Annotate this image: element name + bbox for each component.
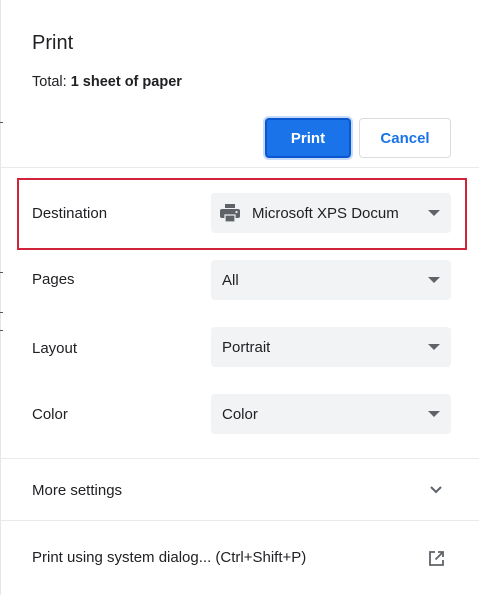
system-dialog-link[interactable]: Print using system dialog... (Ctrl+Shift… <box>32 549 306 566</box>
caret-down-icon <box>428 411 440 417</box>
more-settings-toggle[interactable]: More settings <box>32 482 122 499</box>
layout-label: Layout <box>32 340 78 357</box>
caret-down-icon <box>428 277 440 283</box>
color-label: Color <box>32 406 68 423</box>
pages-value: All <box>222 271 239 289</box>
layout-select[interactable]: Portrait <box>211 327 451 367</box>
total-label: Total: <box>32 74 67 90</box>
divider <box>0 167 479 168</box>
cancel-button[interactable]: Cancel <box>359 118 451 158</box>
sheet-total: Total: 1 sheet of paper <box>32 74 182 90</box>
color-value: Color <box>222 405 258 423</box>
window-edge-tick <box>0 330 3 331</box>
print-dialog: Print Total: 1 sheet of paper Print Canc… <box>0 0 479 595</box>
highlight-box <box>17 178 467 250</box>
open-in-new-icon[interactable] <box>428 550 445 567</box>
pages-label: Pages <box>32 271 75 288</box>
divider <box>0 458 479 459</box>
window-edge <box>0 0 1 595</box>
dialog-title: Print <box>32 32 74 54</box>
chevron-down-icon[interactable] <box>428 484 444 496</box>
total-value: 1 sheet of paper <box>70 74 182 90</box>
print-button[interactable]: Print <box>265 118 351 158</box>
divider <box>0 520 479 521</box>
layout-value: Portrait <box>222 338 271 356</box>
caret-down-icon <box>428 344 440 350</box>
color-select[interactable]: Color <box>211 394 451 434</box>
window-edge-tick <box>0 122 3 123</box>
window-edge-tick <box>0 272 3 273</box>
pages-select[interactable]: All <box>211 260 451 300</box>
window-edge-tick <box>0 312 3 313</box>
